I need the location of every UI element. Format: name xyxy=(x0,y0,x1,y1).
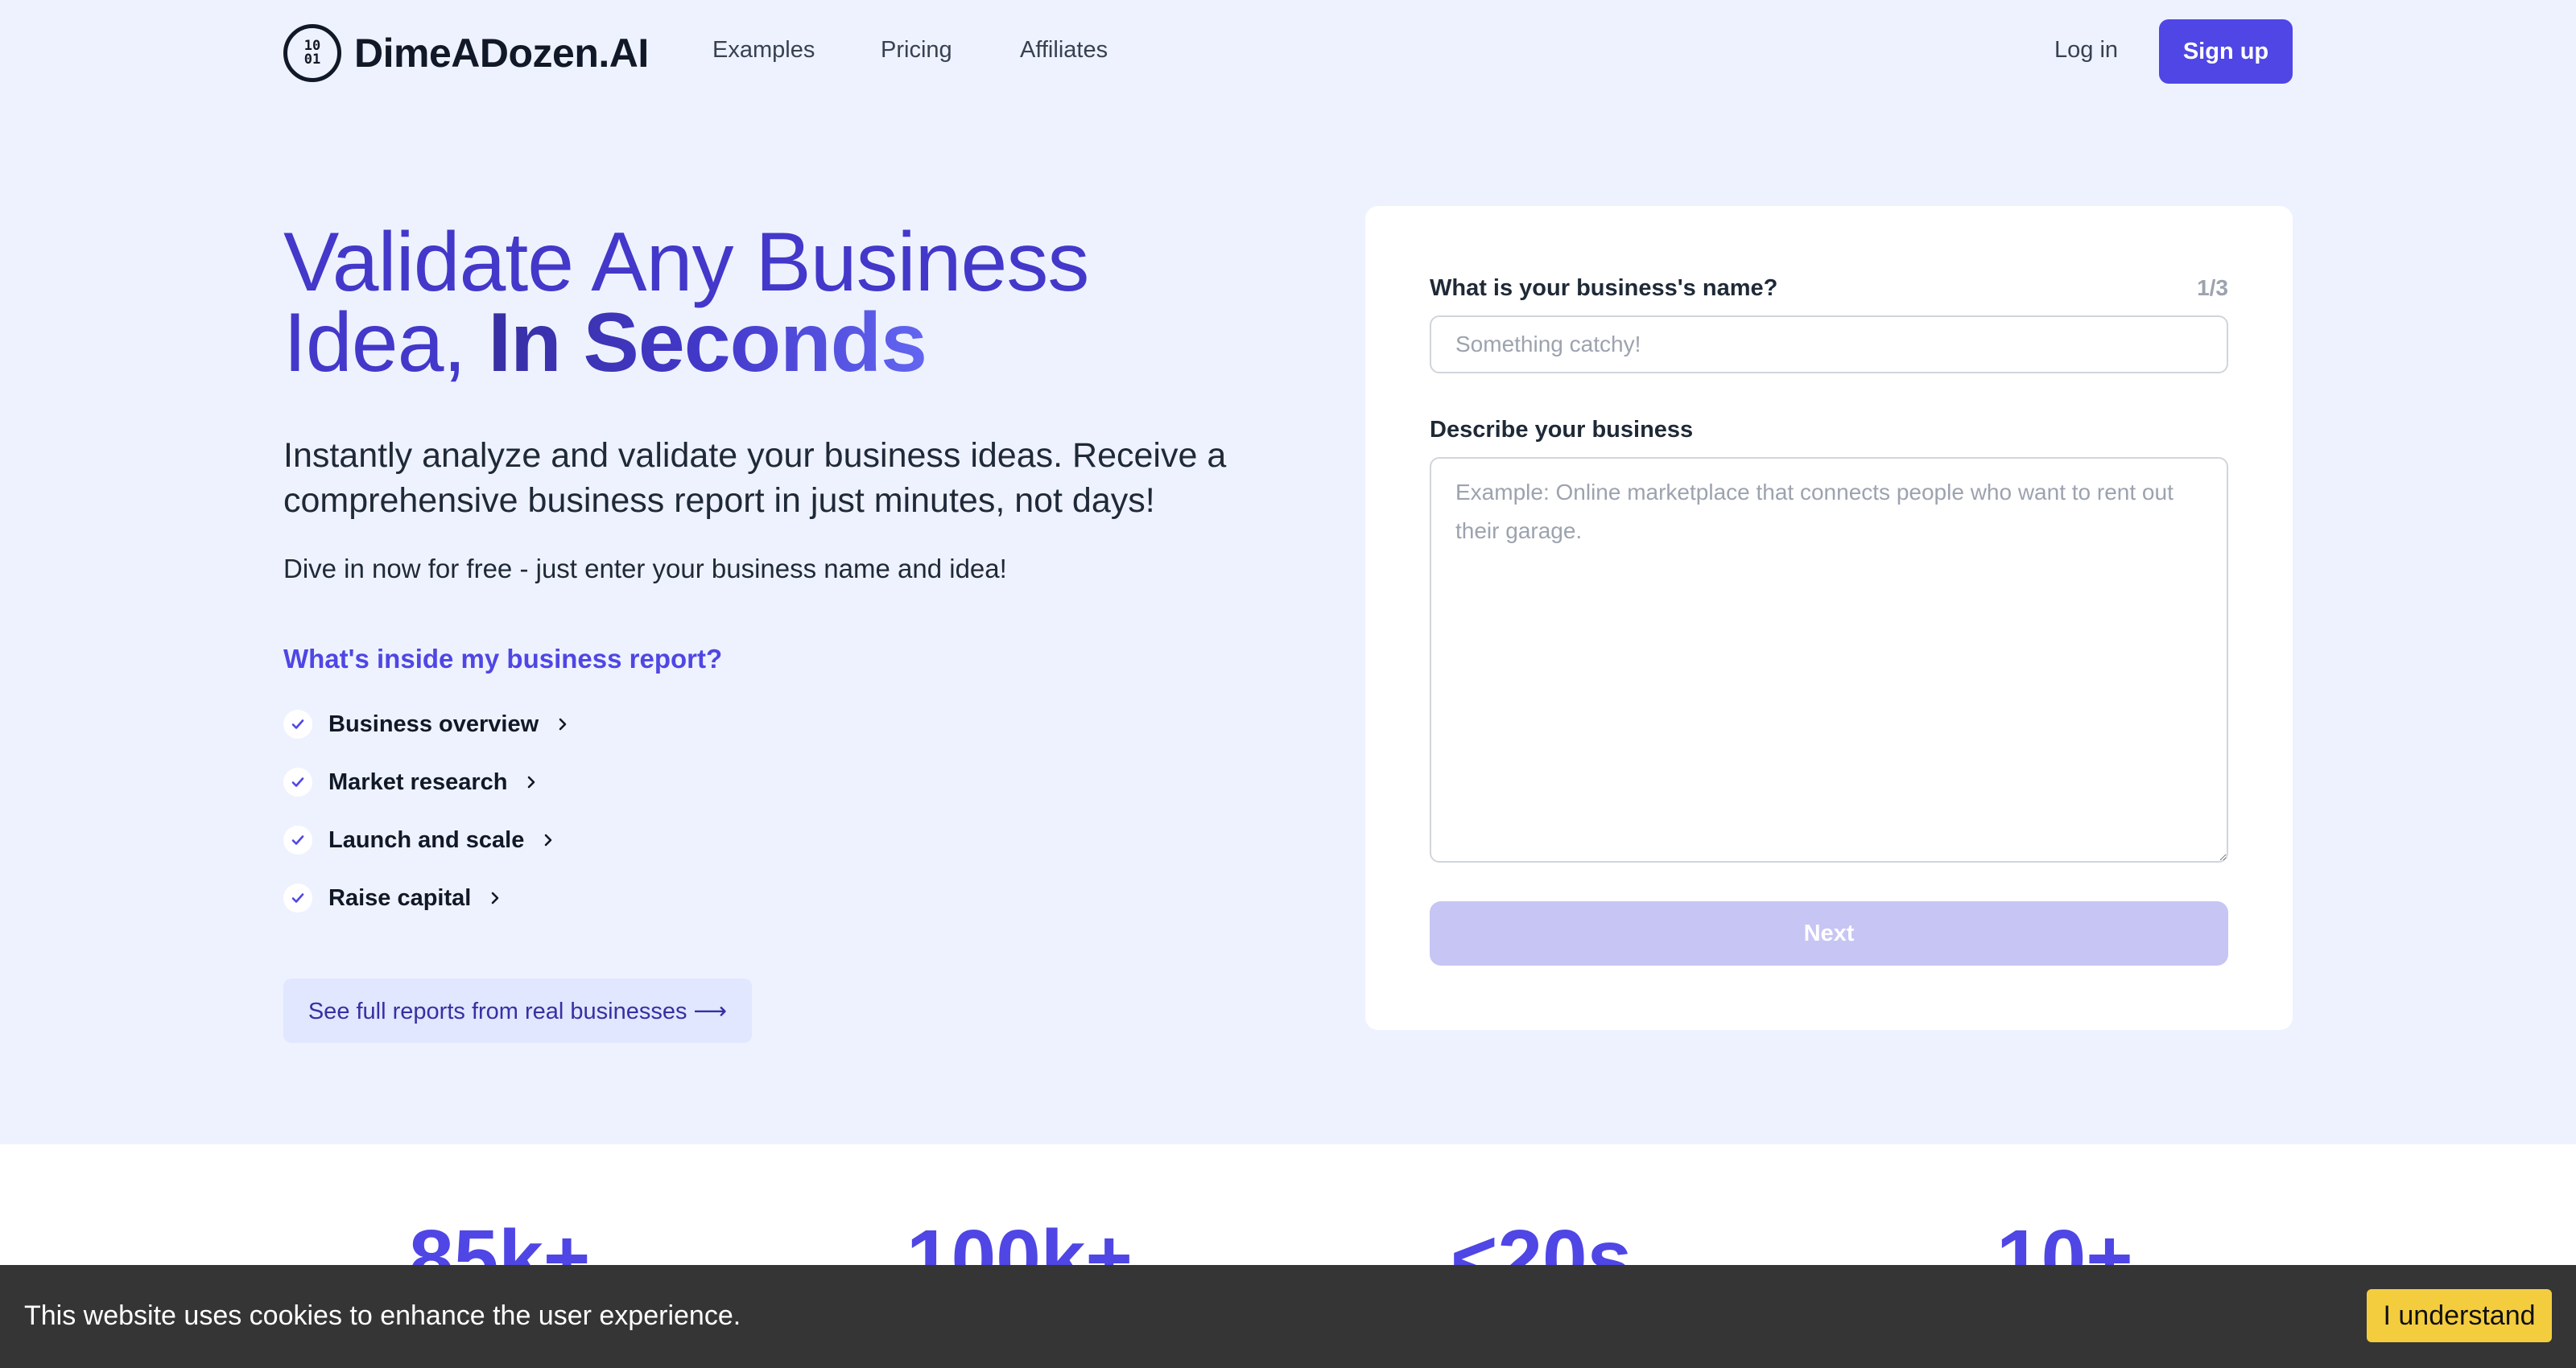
login-link[interactable]: Log in xyxy=(2054,37,2118,64)
step-indicator: 1/3 xyxy=(2197,275,2228,300)
feature-label: Business overview xyxy=(328,711,539,737)
check-icon xyxy=(283,768,312,797)
brand-logo[interactable]: 10 01 DimeADozen.AI xyxy=(283,24,649,82)
top-nav: 10 01 DimeADozen.AI Examples Pricing Aff… xyxy=(0,0,2576,105)
feature-label: Raise capital xyxy=(328,884,472,911)
brand-name: DimeADozen.AI xyxy=(354,31,649,76)
feature-launch-and-scale[interactable]: Launch and scale xyxy=(283,826,555,855)
feature-label: Launch and scale xyxy=(328,826,525,853)
business-name-label: What is your business's name? xyxy=(1430,275,1778,301)
hero-title: Validate Any Business Idea, In Seconds xyxy=(283,220,1249,385)
hero-title-line2: Idea, xyxy=(283,296,489,389)
chevron-right-icon xyxy=(489,891,502,905)
cookie-accept-button[interactable]: I understand xyxy=(2367,1289,2552,1342)
hero-title-line1: Validate Any Business xyxy=(283,216,1089,309)
chevron-right-icon xyxy=(525,775,538,789)
nav-link-affiliates[interactable]: Affiliates xyxy=(1020,37,1108,64)
check-icon xyxy=(283,710,312,739)
next-button[interactable]: Next xyxy=(1430,901,2228,966)
cookie-message: This website uses cookies to enhance the… xyxy=(24,1300,741,1331)
report-question[interactable]: What's inside my business report? xyxy=(283,644,722,674)
business-description-textarea[interactable] xyxy=(1430,457,2228,863)
hero-title-emphasis: In Seconds xyxy=(488,296,927,389)
feature-label: Market research xyxy=(328,768,508,795)
signup-button[interactable]: Sign up xyxy=(2159,19,2293,84)
hero-lead: Instantly analyze and validate your busi… xyxy=(283,436,1227,520)
cookie-banner: This website uses cookies to enhance the… xyxy=(0,1265,2576,1368)
coin-logo-icon: 10 01 xyxy=(283,24,341,82)
check-icon xyxy=(283,826,312,855)
business-form-card: What is your business's name? 1/3 Descri… xyxy=(1365,206,2293,1030)
hero-sub: Dive in now for free - just enter your b… xyxy=(283,554,1007,583)
feature-business-overview[interactable]: Business overview xyxy=(283,710,569,739)
nav-link-examples[interactable]: Examples xyxy=(712,37,815,64)
feature-market-research[interactable]: Market research xyxy=(283,768,538,797)
logo-mark-bottom: 01 xyxy=(303,52,321,68)
check-icon xyxy=(283,884,312,913)
feature-raise-capital[interactable]: Raise capital xyxy=(283,884,502,913)
chevron-right-icon xyxy=(542,833,555,847)
chevron-right-icon xyxy=(556,717,569,731)
nav-link-pricing[interactable]: Pricing xyxy=(881,37,952,64)
full-reports-link[interactable]: See full reports from real businesses ⟶ xyxy=(283,979,752,1043)
business-name-input[interactable] xyxy=(1430,315,2228,373)
business-description-label: Describe your business xyxy=(1430,417,1694,443)
